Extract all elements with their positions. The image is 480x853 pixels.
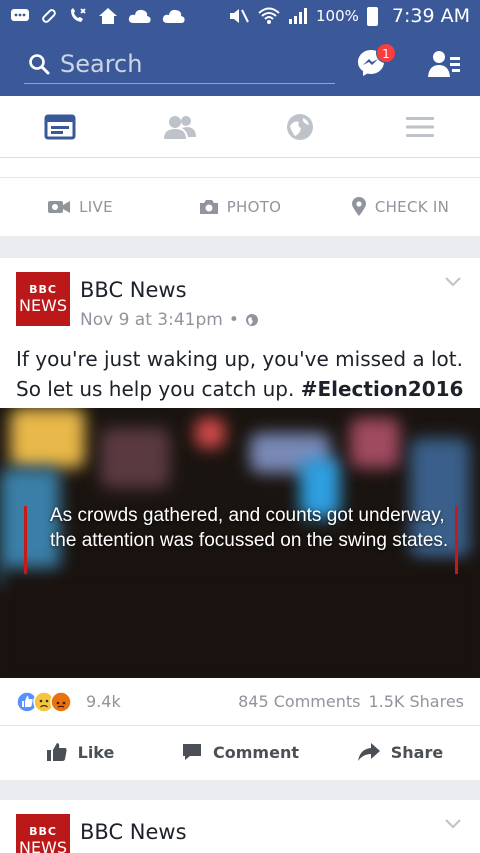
logo-news-2: NEWS bbox=[18, 838, 68, 853]
cloud-icon bbox=[128, 9, 151, 23]
camera-icon bbox=[199, 200, 218, 214]
post-text-line2-plain: So let us help you catch up. bbox=[16, 377, 301, 401]
battery-percent: 100% bbox=[316, 7, 359, 25]
page-avatar-2[interactable]: BBC NEWS bbox=[16, 814, 70, 853]
status-bar: 100% 7:39 AM bbox=[0, 0, 480, 32]
like-label: Like bbox=[77, 742, 115, 762]
pill-icon bbox=[42, 9, 56, 23]
share-label: Share bbox=[390, 742, 444, 762]
hamburger-menu-icon bbox=[406, 116, 434, 137]
logo-bbc-2: BBC bbox=[29, 825, 57, 838]
top-bar: 1 bbox=[0, 32, 480, 96]
messenger-badge: 1 bbox=[376, 43, 396, 63]
page-name-2[interactable]: BBC News bbox=[80, 820, 187, 844]
video-blur-light bbox=[195, 418, 225, 448]
composer-divider bbox=[0, 158, 480, 178]
comment-icon bbox=[183, 744, 202, 760]
notification-icons bbox=[10, 7, 186, 25]
video-player[interactable]: As crowds gathered, and counts got under… bbox=[0, 408, 480, 678]
meta-separator: • bbox=[228, 310, 239, 330]
check-in-label: CHECK IN bbox=[374, 198, 450, 216]
share-arrow-icon bbox=[357, 743, 380, 761]
public-globe-icon bbox=[245, 314, 258, 326]
reaction-count[interactable]: 9.4k bbox=[86, 692, 121, 711]
caption-bar-right bbox=[455, 506, 458, 574]
clock: 7:39 AM bbox=[391, 5, 470, 27]
reactions-summary[interactable] bbox=[16, 690, 72, 713]
tab-news-feed[interactable] bbox=[0, 96, 120, 157]
like-button[interactable]: Like bbox=[0, 742, 160, 762]
mute-icon bbox=[230, 9, 249, 23]
chat-notification-icon bbox=[11, 9, 29, 21]
feed-post: BBC NEWS BBC News Nov 9 at 3:41pm • If y… bbox=[0, 258, 480, 780]
logo-bbc: BBC bbox=[29, 283, 57, 296]
news-feed-icon bbox=[44, 114, 76, 139]
photo-button[interactable]: PHOTO bbox=[160, 198, 320, 216]
angry-reaction-icon bbox=[50, 690, 72, 713]
post-text-line1: If you're just waking up, you've missed … bbox=[16, 347, 463, 371]
page-name[interactable]: BBC News bbox=[80, 278, 187, 302]
composer: LIVE PHOTO CHECK IN bbox=[0, 158, 480, 236]
post-meta: Nov 9 at 3:41pm • bbox=[80, 310, 259, 330]
hashtag-link[interactable]: #Election2016 bbox=[301, 377, 464, 401]
video-blur-light bbox=[350, 418, 400, 468]
cloud-icon-2 bbox=[162, 9, 185, 23]
check-in-button[interactable]: CHECK IN bbox=[320, 197, 480, 217]
caption-bar-left bbox=[24, 506, 27, 574]
post-timestamp[interactable]: Nov 9 at 3:41pm bbox=[80, 310, 223, 330]
main-tab-bar bbox=[0, 96, 480, 158]
friend-requests-icon[interactable] bbox=[428, 50, 460, 78]
chevron-down-icon[interactable] bbox=[444, 276, 462, 288]
shares-count[interactable]: 1.5K Shares bbox=[368, 692, 464, 711]
logo-news: NEWS bbox=[18, 296, 68, 315]
search-icon bbox=[29, 53, 50, 74]
comment-label: Comment bbox=[213, 742, 299, 762]
post-stats: 9.4k 845 Comments 1.5K Shares bbox=[0, 678, 480, 726]
tab-friends[interactable] bbox=[120, 96, 240, 157]
friends-icon bbox=[164, 115, 196, 139]
search-input[interactable] bbox=[60, 49, 320, 78]
video-caption: As crowds gathered, and counts got under… bbox=[50, 505, 449, 551]
post-header: BBC NEWS BBC News Nov 9 at 3:41pm • bbox=[0, 258, 480, 344]
page-avatar[interactable]: BBC NEWS bbox=[16, 272, 70, 326]
chevron-down-icon-2[interactable] bbox=[444, 818, 462, 830]
tab-menu[interactable] bbox=[360, 96, 480, 157]
video-blur-crowd bbox=[0, 568, 480, 678]
home-icon bbox=[99, 8, 117, 24]
share-button[interactable]: Share bbox=[320, 742, 480, 762]
search-field[interactable] bbox=[24, 44, 335, 84]
live-label: LIVE bbox=[79, 198, 113, 216]
globe-icon bbox=[287, 113, 313, 140]
post-text: If you're just waking up, you've missed … bbox=[0, 344, 480, 408]
post-actions: Like Comment Share bbox=[0, 726, 480, 778]
battery-icon bbox=[366, 6, 378, 26]
post-text-line2: So let us help you catch up. #Election20… bbox=[16, 374, 464, 404]
thumbs-up-icon bbox=[46, 743, 67, 761]
missed-call-icon bbox=[71, 8, 86, 22]
comments-count[interactable]: 845 Comments bbox=[238, 692, 360, 711]
photo-label: PHOTO bbox=[226, 198, 282, 216]
live-button[interactable]: LIVE bbox=[0, 198, 160, 216]
signal-icon bbox=[289, 8, 307, 24]
comment-button[interactable]: Comment bbox=[160, 742, 320, 762]
feed-post-2: BBC NEWS BBC News bbox=[0, 800, 480, 853]
video-blur-light bbox=[100, 428, 170, 488]
location-pin-icon bbox=[351, 197, 366, 216]
wifi-icon bbox=[258, 7, 280, 24]
video-blur-light bbox=[10, 408, 85, 468]
tab-notifications[interactable] bbox=[240, 96, 360, 157]
video-camera-icon bbox=[48, 201, 71, 213]
